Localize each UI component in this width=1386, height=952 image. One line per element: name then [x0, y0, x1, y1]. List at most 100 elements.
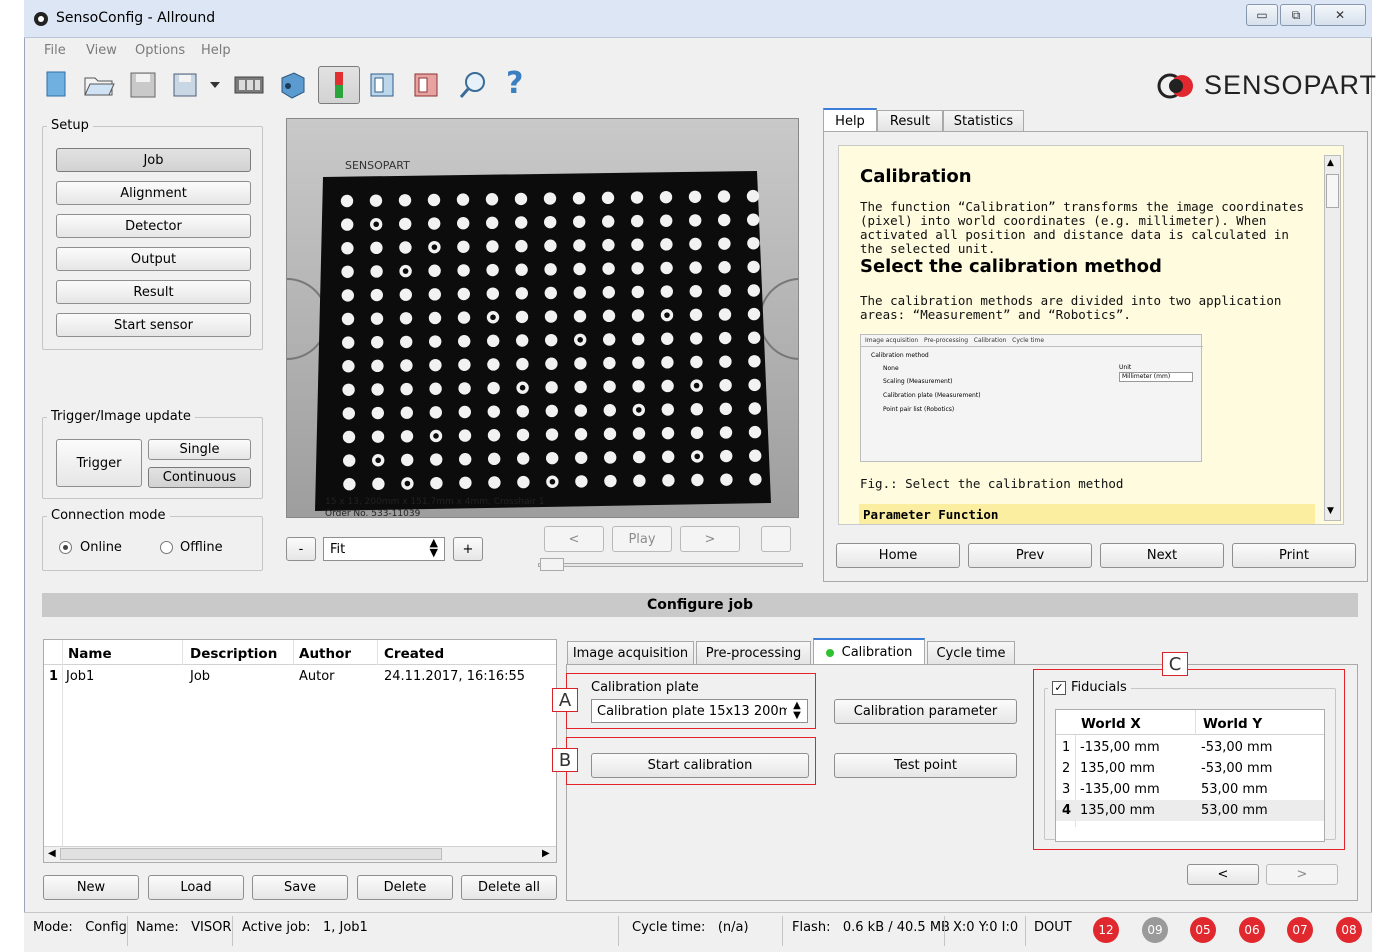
col-name[interactable]: Name	[68, 646, 112, 662]
film-strip-icon[interactable]	[232, 68, 266, 102]
save-icon[interactable]	[126, 68, 160, 102]
scroll-up-icon[interactable]: ▲	[1327, 158, 1334, 168]
help-next-button[interactable]: Next	[1100, 543, 1224, 568]
continuous-button[interactable]: Continuous	[148, 467, 251, 488]
test-point-button[interactable]: Test point	[834, 753, 1017, 778]
setup-job-button[interactable]: Job	[56, 148, 251, 172]
online-radio[interactable]	[59, 541, 72, 554]
zoom-select[interactable]: Fit ▲ ▼	[323, 537, 445, 561]
new-job-button[interactable]: New	[43, 875, 139, 900]
zoom-in-button[interactable]: +	[453, 537, 483, 561]
scroll-right-icon[interactable]: ▶	[542, 848, 550, 859]
status-coordinates: X:0 Y:0 I:0	[953, 920, 1019, 935]
col-created[interactable]: Created	[384, 646, 444, 662]
output-indicator-06: 06	[1239, 917, 1265, 943]
col-world-y[interactable]: World Y	[1203, 716, 1262, 732]
fig-tab-pre: Pre-processing	[923, 337, 969, 344]
table-row[interactable]: 1 Job1 Job Autor 24.11.2017, 16:16:55	[44, 666, 556, 688]
help-scrollbar[interactable]: ▲ ▼	[1324, 155, 1341, 521]
tab-cycle-time[interactable]: Cycle time	[927, 641, 1015, 665]
fig-option-2: Scaling (Measurement)	[883, 378, 953, 385]
scroll-left-icon[interactable]: ◀	[48, 848, 56, 859]
camera-image[interactable]: SENSOPART 15 x 13, 200mm x 151.7mm x 4mm…	[286, 118, 799, 518]
trigger-button[interactable]: Trigger	[56, 439, 142, 487]
menu-help[interactable]: Help	[201, 43, 231, 58]
save-job-button[interactable]: Save	[252, 875, 348, 900]
setup-output-button[interactable]: Output	[56, 247, 251, 271]
save-as-icon[interactable]	[170, 68, 204, 102]
close-button[interactable]: ✕	[1314, 4, 1366, 26]
delete-all-button[interactable]: Delete all	[461, 875, 557, 900]
magnifier-icon[interactable]	[456, 68, 490, 102]
image-slider[interactable]	[538, 563, 803, 567]
help-print-button[interactable]: Print	[1232, 543, 1356, 568]
image-slider-handle[interactable]	[540, 558, 564, 571]
calibration-parameter-button[interactable]: Calibration parameter	[834, 699, 1017, 724]
fid-index: 4	[1062, 803, 1072, 818]
run-mode-button[interactable]	[318, 66, 360, 104]
fig-option-3: Calibration plate (Measurement)	[883, 392, 981, 399]
fid-index: 2	[1062, 761, 1071, 776]
help-question-icon[interactable]: ?	[506, 66, 523, 101]
tab-pre-processing[interactable]: Pre-processing	[696, 641, 811, 665]
table-row[interactable]: 1 -135,00 mm -53,00 mm	[1056, 737, 1324, 758]
fig-tab-acq: Image acquisition	[865, 337, 919, 344]
job-table: Name Description Author Created 1 Job1 J…	[43, 639, 557, 863]
scroll-down-icon[interactable]: ▼	[1327, 506, 1334, 516]
layout-window-icon[interactable]	[366, 68, 400, 102]
table-row[interactable]: 4 135,00 mm 53,00 mm	[1056, 800, 1324, 821]
delete-job-button[interactable]: Delete	[357, 875, 453, 900]
setup-result-button[interactable]: Result	[56, 280, 251, 304]
tab-calibration[interactable]: Calibration	[813, 638, 925, 665]
menu-file[interactable]: File	[44, 43, 66, 58]
table-row[interactable]: 2 135,00 mm -53,00 mm	[1056, 758, 1324, 779]
tab-help[interactable]: Help	[823, 108, 877, 132]
table-row[interactable]: 3 -135,00 mm 53,00 mm	[1056, 779, 1324, 800]
job-table-scroll-thumb[interactable]	[60, 848, 442, 860]
zoom-out-button[interactable]: -	[286, 537, 316, 561]
offline-radio[interactable]	[160, 541, 173, 554]
status-cycle-time: Cycle time: (n/a)	[632, 920, 749, 935]
zoom-value: Fit	[330, 542, 346, 557]
report-window-icon[interactable]	[410, 68, 444, 102]
brand-name: SENSOPART	[1204, 70, 1378, 100]
fiducials-checkbox[interactable]: ✓	[1052, 680, 1066, 695]
help-scroll-thumb[interactable]	[1326, 174, 1339, 208]
single-button[interactable]: Single	[148, 439, 251, 460]
menu-view[interactable]: View	[86, 43, 117, 58]
menu-options[interactable]: Options	[135, 43, 185, 58]
fig-unit-label: Unit	[1119, 364, 1132, 371]
load-job-button[interactable]: Load	[148, 875, 244, 900]
record-button[interactable]	[761, 526, 791, 552]
start-calibration-button[interactable]: Start calibration	[591, 753, 809, 778]
next-image-button[interactable]: >	[680, 526, 740, 552]
help-paragraph-1: The function “Calibration” transforms th…	[860, 199, 1305, 256]
play-button[interactable]: Play	[612, 526, 672, 552]
start-sensor-button[interactable]: Start sensor	[56, 313, 251, 337]
tab-result[interactable]: Result	[877, 110, 943, 132]
setup-title: Setup	[47, 118, 93, 133]
calibration-plate-select[interactable]: Calibration plate 15x13 200mm ( ▲ ▼	[591, 699, 808, 723]
open-folder-icon[interactable]	[82, 68, 116, 102]
sensor-device-icon[interactable]	[276, 68, 310, 102]
setup-alignment-button[interactable]: Alignment	[56, 181, 251, 205]
menu-bar: File View Options Help	[24, 38, 1372, 64]
col-world-x[interactable]: World X	[1081, 716, 1141, 732]
tab-image-acquisition[interactable]: Image acquisition	[567, 641, 694, 665]
fiducials-prev-button[interactable]: <	[1187, 864, 1259, 885]
minimize-button[interactable]: ▭	[1246, 4, 1278, 26]
output-indicator-08: 08	[1336, 917, 1362, 943]
fiducials-next-button[interactable]: >	[1266, 864, 1338, 885]
help-home-button[interactable]: Home	[836, 543, 960, 568]
setup-detector-button[interactable]: Detector	[56, 214, 251, 238]
active-status-icon	[825, 648, 834, 657]
new-file-icon[interactable]	[40, 68, 74, 102]
job-table-hscroll[interactable]: ◀ ▶	[44, 846, 556, 862]
help-prev-button[interactable]: Prev	[968, 543, 1092, 568]
col-author[interactable]: Author	[299, 646, 351, 662]
prev-image-button[interactable]: <	[544, 526, 604, 552]
maximize-button[interactable]: ⧉	[1280, 4, 1312, 26]
chevron-down-icon[interactable]	[208, 80, 222, 90]
col-description[interactable]: Description	[190, 646, 277, 662]
tab-statistics[interactable]: Statistics	[943, 110, 1024, 132]
